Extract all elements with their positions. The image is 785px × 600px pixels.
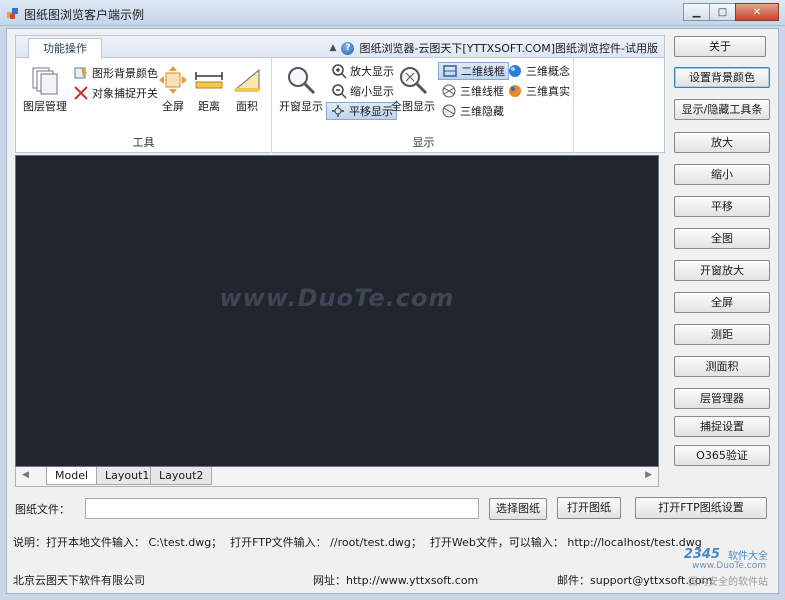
wire3d-button[interactable]: 三维线框: [438, 82, 507, 100]
tab-model[interactable]: Model: [46, 467, 98, 485]
window-zoom-side-button[interactable]: 开窗放大: [674, 260, 770, 281]
close-button[interactable]: ✕: [735, 3, 779, 21]
title-bar: 图纸图浏览客户端示例 ▁ □ ✕: [0, 0, 785, 26]
sphere-blue-icon: [509, 65, 521, 77]
snap-settings-button[interactable]: 捕捉设置: [674, 416, 770, 437]
drawing-canvas[interactable]: www.DuoTe.com: [15, 155, 659, 467]
ribbon-info-text: 图纸浏览器-云图天下[YTTXSOFT.COM]图纸浏览控件-试用版: [359, 42, 658, 55]
o365-verify-button[interactable]: O365验证: [674, 445, 770, 466]
company-name: 北京云图天下软件有限公司: [13, 574, 145, 587]
zoom-out-icon: [332, 84, 347, 99]
snap-icon: [74, 86, 88, 100]
palette-icon: [74, 67, 87, 79]
concept3d-button[interactable]: 三维概念: [504, 62, 573, 80]
app-icon: [7, 8, 18, 19]
layer-manage-button[interactable]: 图层管理: [18, 64, 72, 114]
tab-function-ops[interactable]: 功能操作: [28, 38, 102, 59]
client-area: 功能操作 ▲ ? 图纸浏览器-云图天下[YTTXSOFT.COM]图纸浏览控件-…: [6, 28, 779, 594]
zoom-out-side-button[interactable]: 缩小: [674, 164, 770, 185]
wire3d-icon: [442, 84, 456, 98]
zoom-extents-icon: [400, 67, 428, 95]
website-info: 网址：http://www.yttxsoft.com: [313, 574, 479, 587]
real3d-button[interactable]: 三维真实: [504, 82, 573, 100]
set-bg-color-button[interactable]: 设置背景颜色: [674, 67, 770, 88]
file-label: 图纸文件：: [15, 503, 70, 516]
sphere-real-icon: [509, 85, 521, 97]
area-icon: [233, 68, 260, 92]
window-zoom-button[interactable]: 开窗显示: [274, 64, 328, 114]
overlay-watermark-logo: 2345 软件大全 www.DuoTe.com 国内安全的软件站: [683, 547, 768, 588]
pan-icon: [332, 105, 344, 117]
group-tools-label: 工具: [132, 136, 155, 149]
file-path-input[interactable]: [85, 498, 479, 519]
area-button[interactable]: 面积: [220, 64, 274, 114]
layout-tab-bar: ◀ Model Layout1 Layout2 ▶: [15, 467, 659, 487]
hidden3d-button[interactable]: 三维隐藏: [438, 102, 507, 120]
zoom-in-side-button[interactable]: 放大: [674, 132, 770, 153]
help-icon[interactable]: ?: [341, 41, 355, 55]
website-link[interactable]: http://www.yttxsoft.com: [346, 574, 478, 587]
usage-description: 说明：打开本地文件输入： C:\test.dwg； 打开FTP文件输入： //ro…: [13, 536, 702, 549]
layers-icon: [32, 67, 58, 95]
ribbon-tab-strip: 功能操作 ▲ ? 图纸浏览器-云图天下[YTTXSOFT.COM]图纸浏览控件-…: [16, 36, 664, 59]
maximize-button[interactable]: □: [709, 3, 736, 21]
collapse-ribbon-icon[interactable]: ▲: [330, 43, 337, 53]
layer-manager-button[interactable]: 层管理器: [674, 388, 770, 409]
open-ftp-settings-button[interactable]: 打开FTP图纸设置: [635, 497, 767, 519]
wire2d-button[interactable]: 二维线框: [438, 62, 509, 80]
group-display-label: 显示: [412, 136, 435, 149]
group-tools: 图层管理 图形背景颜色 对象捕捉开关 全屏 距离 面积 工具: [16, 58, 272, 153]
about-button[interactable]: 关于: [674, 36, 766, 57]
toggle-toolbar-button[interactable]: 显示/隐藏工具条: [674, 99, 770, 120]
tab-layout2[interactable]: Layout2: [150, 467, 213, 485]
scroll-right-icon[interactable]: ▶: [645, 470, 652, 480]
zoom-all-side-button[interactable]: 全图: [674, 228, 770, 249]
minimize-button[interactable]: ▁: [683, 3, 710, 21]
group-display: 开窗显示 放大显示 缩小显示 平移显示 全图显示 二维线框 三维线框 三维隐藏 …: [274, 58, 574, 153]
window-title: 图纸图浏览客户端示例: [24, 8, 145, 22]
select-drawing-button[interactable]: 选择图纸: [489, 498, 547, 520]
ribbon: 功能操作 ▲ ? 图纸浏览器-云图天下[YTTXSOFT.COM]图纸浏览控件-…: [15, 35, 665, 153]
open-drawing-button[interactable]: 打开图纸: [557, 497, 621, 519]
watermark-text: www.DuoTe.com: [219, 284, 455, 312]
magnifier-window-icon: [288, 67, 316, 95]
zoom-in-icon: [332, 64, 347, 79]
measure-area-button[interactable]: 测面积: [674, 356, 770, 377]
wire2d-icon: [443, 65, 457, 77]
scroll-left-icon[interactable]: ◀: [22, 470, 29, 480]
measure-distance-button[interactable]: 测距: [674, 324, 770, 345]
hidden3d-icon: [442, 104, 456, 118]
fullscreen-side-button[interactable]: 全屏: [674, 292, 770, 313]
zoom-all-button[interactable]: 全图显示: [386, 64, 440, 114]
pan-side-button[interactable]: 平移: [674, 196, 770, 217]
